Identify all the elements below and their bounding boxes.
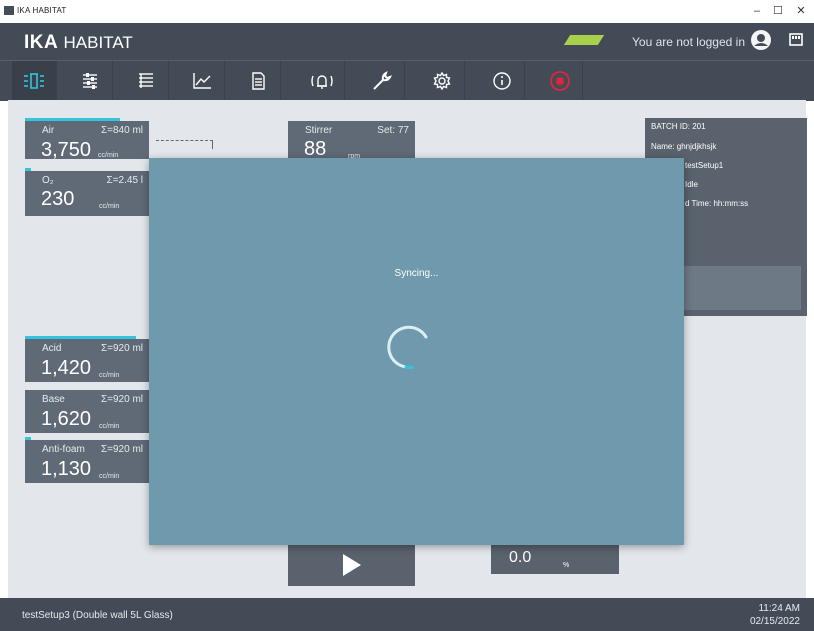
flow-connector <box>156 140 213 149</box>
syncing-dialog: Syncing... <box>149 158 684 545</box>
close-button[interactable]: ✕ <box>794 4 808 18</box>
document-icon <box>252 72 265 90</box>
window-title: IKA HABITAT <box>17 6 67 15</box>
minimize-button[interactable]: – <box>750 4 764 18</box>
active-setup-name: testSetup3 (Double wall 5L Glass) <box>22 610 173 621</box>
tile-antifoam[interactable]: Anti-foam Σ=920 ml 1,130 cc/min <box>25 437 149 483</box>
nav-trends[interactable] <box>180 61 225 101</box>
air-level-bar <box>25 118 120 121</box>
loading-spinner-icon <box>387 325 428 370</box>
clock: 11:24 AM 02/15/2022 <box>750 602 800 628</box>
setpoint-sliders-icon <box>83 73 97 89</box>
nav-documents[interactable] <box>236 61 281 101</box>
tile-base-sum: Σ=920 ml <box>100 394 143 405</box>
settings-gear-icon <box>433 72 451 90</box>
tile-acid-value: 1,420 <box>41 357 92 379</box>
wrench-icon <box>373 71 392 90</box>
trend-chart-icon <box>193 73 211 89</box>
tile-o2[interactable]: O₂ Σ=2.45 l 230 cc/min <box>25 168 149 216</box>
batch-id: BATCH ID: 201 <box>651 122 706 131</box>
list-icon <box>139 73 153 88</box>
main-navigation <box>0 60 814 101</box>
percent-value: 0.0 <box>509 549 532 566</box>
tile-antifoam-unit: cc/min <box>99 473 120 480</box>
tile-antifoam-sum: Σ=920 ml <box>100 444 143 455</box>
tile-base-name: Base <box>42 394 65 405</box>
clock-date: 02/15/2022 <box>749 616 800 627</box>
tile-acid-name: Acid <box>42 343 62 354</box>
tile-stirrer-name: Stirrer <box>305 125 333 136</box>
nav-emergency-stop[interactable] <box>538 61 583 101</box>
nav-service[interactable] <box>360 61 405 101</box>
nav-setpoints[interactable] <box>68 61 113 101</box>
brand-bold: IKA <box>24 32 59 53</box>
batch-name: Name: ghnjdjkhsjk <box>651 142 717 151</box>
alarm-bell-icon <box>311 75 333 89</box>
process-overview-icon <box>24 73 44 89</box>
tile-air[interactable]: Air Σ=840 ml 3,750 cc/min <box>25 118 149 161</box>
nav-process-overview[interactable] <box>12 61 57 101</box>
antifoam-level-bar <box>25 437 31 440</box>
user-avatar-icon[interactable] <box>750 29 772 56</box>
start-button[interactable] <box>288 545 415 586</box>
tile-base[interactable]: Base Σ=920 ml 1,620 cc/min <box>25 390 149 433</box>
o2-level-bar <box>25 168 31 171</box>
batch-setup: testSetup1 <box>685 161 724 170</box>
app-header: IKA HABITAT You are not logged in <box>0 23 814 60</box>
connection-status-indicator <box>563 35 605 45</box>
nav-info[interactable] <box>480 61 525 101</box>
tile-o2-name: O₂ <box>42 175 54 186</box>
tile-o2-value: 230 <box>41 188 75 210</box>
keyboard-icon[interactable] <box>789 33 803 51</box>
clock-time: 11:24 AM <box>758 603 800 614</box>
batch-elapsed-time: d Time: hh:mm:ss <box>685 199 749 208</box>
percent-unit: % <box>563 562 570 569</box>
percent-readout: 0.0 % <box>491 545 619 574</box>
emergency-stop-icon <box>550 71 570 91</box>
login-status-text: You are not logged in <box>632 35 745 49</box>
tile-stirrer[interactable]: Stirrer Set: 77 88 rpm <box>288 121 415 160</box>
batch-state: Idle <box>685 180 698 189</box>
tile-acid[interactable]: Acid Σ=920 ml 1,420 cc/min <box>25 336 149 382</box>
acid-level-bar <box>25 336 136 339</box>
tile-stirrer-set: Set: 77 <box>377 125 409 136</box>
tile-acid-sum: Σ=920 ml <box>100 343 143 354</box>
syncing-text: Syncing... <box>394 268 439 279</box>
tile-air-value: 3,750 <box>41 139 92 161</box>
brand-rest: HABITAT <box>63 33 133 52</box>
status-footer: testSetup3 (Double wall 5L Glass) 11:24 … <box>0 598 814 631</box>
app-logo-icon <box>4 6 14 15</box>
nav-settings[interactable] <box>420 61 465 101</box>
tile-antifoam-value: 1,130 <box>41 458 92 480</box>
tile-o2-sum: Σ=2.45 l <box>106 175 143 186</box>
nav-alarms[interactable] <box>300 61 345 101</box>
tile-air-name: Air <box>42 125 55 136</box>
maximize-button[interactable]: ☐ <box>771 4 785 18</box>
brand-logo: IKA HABITAT <box>24 32 133 54</box>
tile-antifoam-name: Anti-foam <box>42 444 85 455</box>
tile-base-value: 1,620 <box>41 408 92 430</box>
info-icon <box>493 72 511 90</box>
tile-air-unit: cc/min <box>98 152 119 159</box>
nav-list[interactable] <box>124 61 169 101</box>
play-icon <box>343 554 361 576</box>
tile-o2-unit: cc/min <box>99 203 120 210</box>
tile-base-unit: cc/min <box>99 423 120 430</box>
tile-acid-unit: cc/min <box>99 372 120 379</box>
window-title-bar: IKA HABITAT – ☐ ✕ <box>0 0 814 23</box>
tile-air-sum: Σ=840 ml <box>100 125 143 136</box>
